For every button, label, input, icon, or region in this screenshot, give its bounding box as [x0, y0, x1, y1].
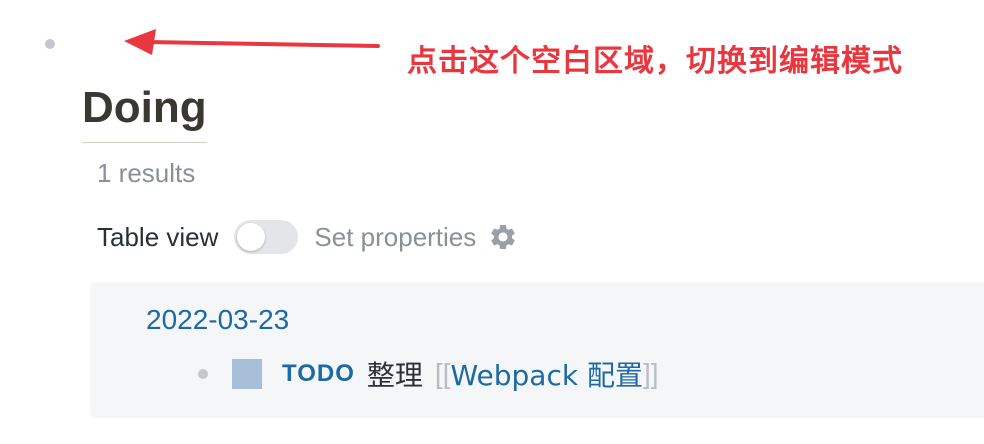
annotation-text: 点击这个空白区域，切换到编辑模式 [407, 44, 903, 79]
query-title: Doing [82, 83, 207, 132]
query-controls: Table view Set properties [97, 218, 520, 256]
bullet-dot-icon[interactable] [198, 369, 208, 379]
set-properties-link[interactable]: Set properties [314, 222, 476, 253]
query-block-canvas: 点击这个空白区域，切换到编辑模式 Doing 1 results Table v… [0, 0, 984, 444]
journal-date-link[interactable]: 2022-03-23 [146, 304, 289, 336]
toggle-knob [237, 223, 266, 251]
query-title-container[interactable]: Doing [82, 82, 207, 143]
query-results-panel: 2022-03-23 TODO 整理 [[ Webpack 配置 ]] [90, 282, 984, 418]
checkbox-icon[interactable] [232, 359, 262, 389]
page-reference-link[interactable]: Webpack 配置 [450, 354, 643, 394]
results-count: 1 results [97, 158, 196, 188]
block-bullet-icon[interactable] [45, 39, 55, 49]
table-view-toggle[interactable] [234, 220, 299, 254]
open-bracket: [[ [434, 358, 451, 389]
table-view-label: Table view [97, 221, 219, 252]
task-text: 整理 [366, 359, 423, 392]
arrow-left-icon [124, 29, 380, 55]
close-bracket: ]] [642, 358, 659, 389]
gear-icon[interactable] [486, 220, 520, 254]
todo-marker[interactable]: TODO [282, 360, 355, 388]
task-row: TODO 整理 [[ Webpack 配置 ]] [198, 354, 659, 394]
